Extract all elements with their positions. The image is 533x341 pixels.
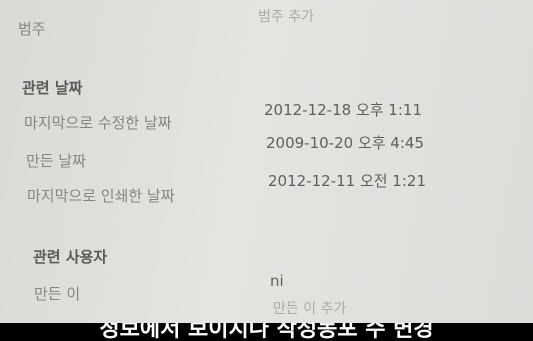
author-label: 만든 이 — [34, 285, 81, 303]
subtitle-text: 정보에서 보이지나 작성동포 수 변경 — [99, 323, 434, 341]
modified-date-value: 2012-12-18 오후 1:11 — [264, 101, 422, 119]
category-label: 범주 — [18, 20, 46, 38]
related-people-heading: 관련 사용자 — [33, 248, 108, 266]
subtitle-bar: 정보에서 보이지나 작성동포 수 변경 — [0, 323, 533, 341]
printed-date-value: 2012-12-11 오전 1:21 — [268, 172, 426, 190]
created-date-label: 만든 날짜 — [26, 152, 86, 170]
add-category-field[interactable]: 범주 추가 — [258, 6, 314, 26]
printed-date-label: 마지막으로 인쇄한 날짜 — [27, 187, 175, 205]
author-value[interactable]: ni — [270, 272, 284, 290]
add-author-field[interactable]: 만든 이 추가 — [273, 298, 346, 318]
related-dates-heading: 관련 날짜 — [22, 79, 83, 97]
modified-date-label: 마지막으로 수정한 날짜 — [24, 114, 172, 132]
created-date-value: 2009-10-20 오후 4:45 — [266, 134, 424, 152]
